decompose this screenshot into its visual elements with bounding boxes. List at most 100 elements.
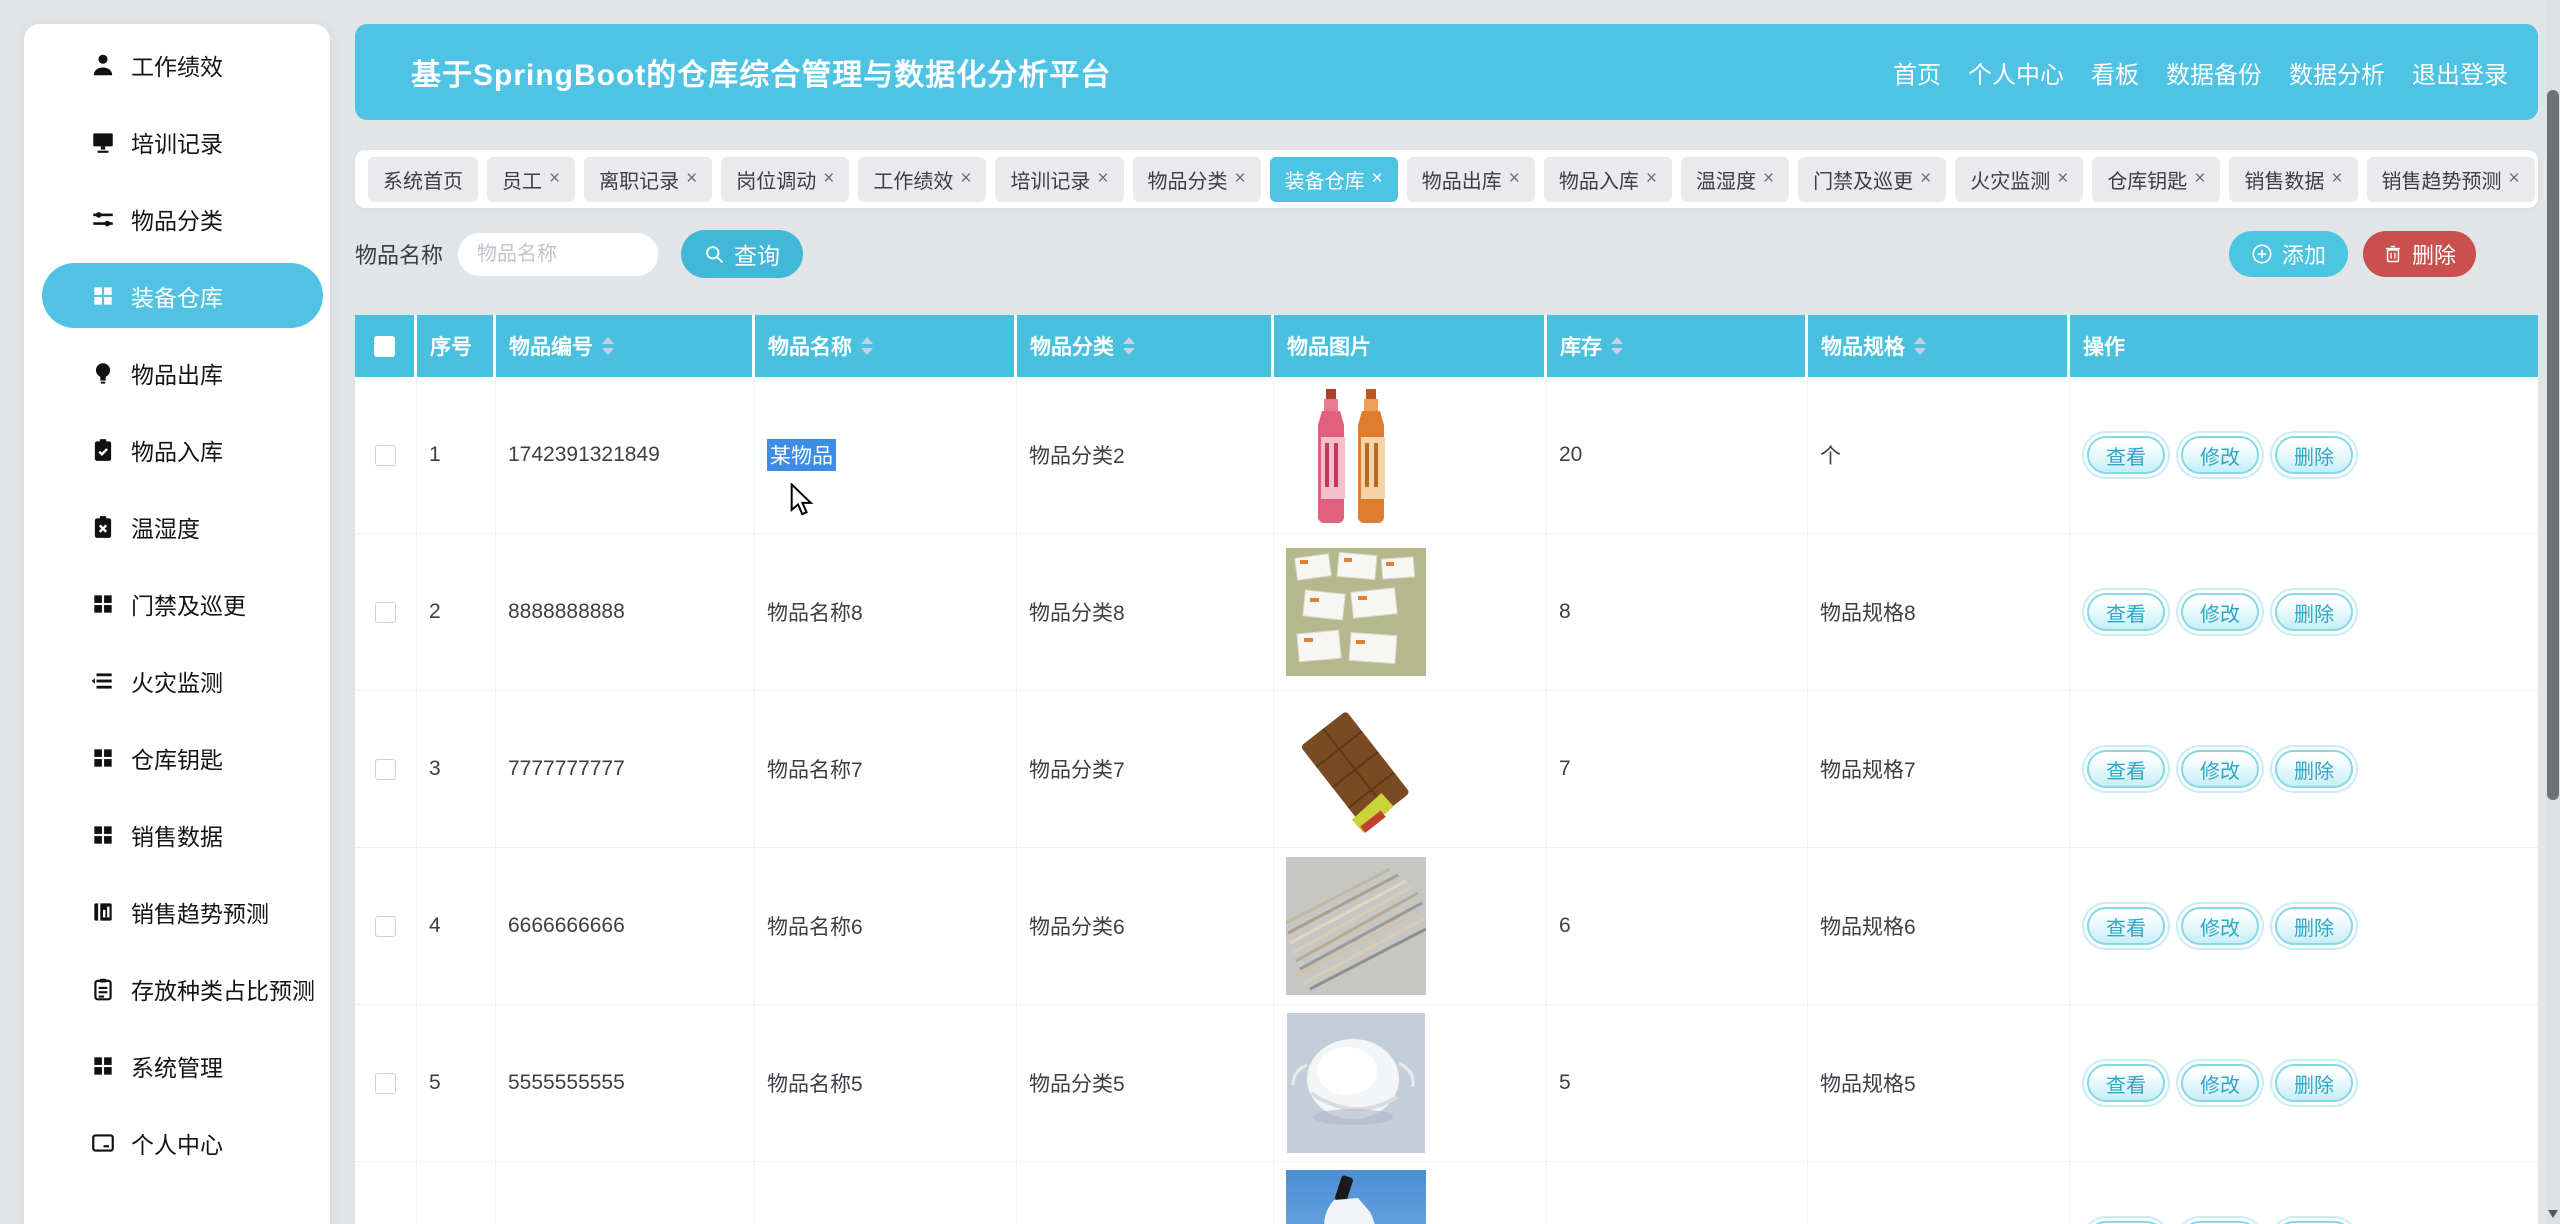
edit-button[interactable]: 修改 [2181, 907, 2259, 945]
sidebar-item-training-record[interactable]: 培训记录 [24, 103, 330, 180]
table-row: 4 6666666666 物品名称6 物品分类6 [355, 848, 2538, 1005]
tab-system-home[interactable]: 系统首页 [368, 157, 478, 202]
sidebar-item-work-performance[interactable]: 工作绩效 [24, 26, 330, 103]
nav-data-analysis[interactable]: 数据分析 [2289, 55, 2385, 90]
table-row: 1 1742391321849 某物品 物品分类2 20 [355, 377, 2538, 534]
sidebar-item-temp-humidity[interactable]: 温湿度 [24, 488, 330, 565]
sort-carets[interactable] [861, 337, 873, 355]
row-delete-button[interactable]: 删除 [2275, 907, 2353, 945]
tab-training-record[interactable]: 培训记录× [995, 157, 1123, 202]
tab-access-patrol[interactable]: 门禁及巡更× [1798, 157, 1946, 202]
nav-personal-center[interactable]: 个人中心 [1968, 55, 2064, 90]
sidebar-item-fire-monitor[interactable]: 火灾监测 [24, 642, 330, 719]
row-checkbox[interactable] [375, 759, 396, 780]
sidebar-item-access-patrol[interactable]: 门禁及巡更 [24, 565, 330, 642]
sidebar-item-sales-trend-forecast[interactable]: 销售趋势预测 [24, 873, 330, 950]
row-delete-button[interactable]: 删除 [2275, 750, 2353, 788]
search-icon [704, 244, 725, 265]
close-icon[interactable]: × [1235, 168, 1246, 190]
row-delete-button[interactable]: 删除 [2275, 593, 2353, 631]
close-icon[interactable]: × [2509, 168, 2520, 190]
close-icon[interactable]: × [1763, 168, 1774, 190]
tab-position-transfer[interactable]: 岗位调动× [721, 157, 849, 202]
sort-carets[interactable] [1123, 337, 1135, 355]
search-label: 物品名称 [355, 238, 443, 270]
close-icon[interactable]: × [1097, 168, 1108, 190]
close-icon[interactable]: × [1372, 168, 1383, 190]
view-button[interactable]: 查看 [2087, 593, 2165, 631]
nav-logout[interactable]: 退出登录 [2412, 55, 2508, 90]
sidebar-item-item-inbound[interactable]: 物品入库 [24, 411, 330, 488]
sidebar-item-item-outbound[interactable]: 物品出库 [24, 334, 330, 411]
row-checkbox[interactable] [375, 916, 396, 937]
table-row: 2 8888888888 物品名称8 物品分类8 [355, 534, 2538, 691]
plus-circle-icon [2251, 243, 2273, 265]
sort-carets[interactable] [602, 337, 614, 355]
sidebar-item-sales-data[interactable]: 销售数据 [24, 796, 330, 873]
view-button[interactable]: 查看 [2087, 1064, 2165, 1102]
close-icon[interactable]: × [1920, 168, 1931, 190]
row-checkbox[interactable] [375, 1073, 396, 1094]
table-header-row: 序号 物品编号 物品名称 物品分类 物品图片 库存 物品规格 操作 [355, 315, 2538, 377]
tab-sales-data[interactable]: 销售数据× [2229, 157, 2357, 202]
book-chart-icon [90, 899, 116, 925]
row-delete-button[interactable]: 删除 [2275, 436, 2353, 474]
sidebar-item-warehouse-key[interactable]: 仓库钥匙 [24, 719, 330, 796]
view-button[interactable]: 查看 [2087, 907, 2165, 945]
close-icon[interactable]: × [549, 168, 560, 190]
clipboard-x-icon [90, 514, 116, 540]
chocolate-bar-image [1286, 699, 1426, 839]
tab-sales-trend-forecast[interactable]: 销售趋势预测× [2367, 157, 2535, 202]
sidebar-item-label: 销售趋势预测 [131, 895, 269, 929]
sidebar-item-equipment-warehouse[interactable]: 装备仓库 [42, 263, 323, 328]
sidebar-item-label: 物品分类 [131, 202, 223, 236]
tab-item-category[interactable]: 物品分类× [1133, 157, 1261, 202]
tab-resignation-record[interactable]: 离职记录× [584, 157, 712, 202]
search-input[interactable] [457, 232, 659, 277]
nav-home[interactable]: 首页 [1893, 55, 1941, 90]
close-icon[interactable]: × [686, 168, 697, 190]
nav-dashboard[interactable]: 看板 [2091, 55, 2139, 90]
close-icon[interactable]: × [1646, 168, 1657, 190]
nav-data-backup[interactable]: 数据备份 [2166, 55, 2262, 90]
scrollbar-thumb[interactable] [2547, 90, 2559, 800]
close-icon[interactable]: × [2057, 168, 2068, 190]
close-icon[interactable]: × [823, 168, 834, 190]
tab-item-inbound[interactable]: 物品入库× [1544, 157, 1672, 202]
add-button[interactable]: 添加 [2229, 231, 2348, 277]
view-button[interactable]: 查看 [2087, 436, 2165, 474]
sidebar-item-item-category[interactable]: 物品分类 [24, 180, 330, 257]
view-button[interactable]: 查看 [2087, 750, 2165, 788]
row-delete-button[interactable]: 删除 [2275, 1064, 2353, 1102]
edit-button[interactable]: 修改 [2181, 593, 2259, 631]
scroll-down-icon[interactable] [2548, 1210, 2558, 1218]
select-all-checkbox[interactable] [374, 336, 395, 357]
sidebar-item-system-management[interactable]: 系统管理 [24, 1027, 330, 1104]
query-button[interactable]: 查询 [681, 230, 803, 278]
edit-button[interactable]: 修改 [2181, 436, 2259, 474]
close-icon[interactable]: × [2331, 168, 2342, 190]
tab-employee[interactable]: 员工× [487, 157, 575, 202]
close-icon[interactable]: × [1509, 168, 1520, 190]
close-icon[interactable]: × [2194, 168, 2205, 190]
tab-bar: 系统首页 员工× 离职记录× 岗位调动× 工作绩效× 培训记录× 物品分类× 装… [355, 150, 2538, 208]
edit-button[interactable]: 修改 [2181, 1064, 2259, 1102]
tab-temp-humidity[interactable]: 温湿度× [1681, 157, 1789, 202]
sort-carets[interactable] [1611, 337, 1623, 355]
tab-fire-monitor[interactable]: 火灾监测× [1955, 157, 2083, 202]
edit-button[interactable]: 修改 [2181, 750, 2259, 788]
sort-carets[interactable] [1914, 337, 1926, 355]
row-checkbox[interactable] [375, 602, 396, 623]
row-checkbox[interactable] [375, 445, 396, 466]
person-icon [90, 52, 116, 78]
tab-work-performance[interactable]: 工作绩效× [858, 157, 986, 202]
sidebar-item-storage-ratio-forecast[interactable]: 存放种类占比预测 [24, 950, 330, 1027]
close-icon[interactable]: × [960, 168, 971, 190]
delete-button[interactable]: 删除 [2363, 231, 2476, 277]
tab-warehouse-key[interactable]: 仓库钥匙× [2092, 157, 2220, 202]
tab-equipment-warehouse[interactable]: 装备仓库× [1270, 157, 1398, 202]
sidebar-item-label: 物品入库 [131, 433, 223, 467]
tab-item-outbound[interactable]: 物品出库× [1407, 157, 1535, 202]
sidebar-item-personal-center[interactable]: 个人中心 [24, 1104, 330, 1181]
sidebar-item-label: 物品出库 [131, 356, 223, 390]
